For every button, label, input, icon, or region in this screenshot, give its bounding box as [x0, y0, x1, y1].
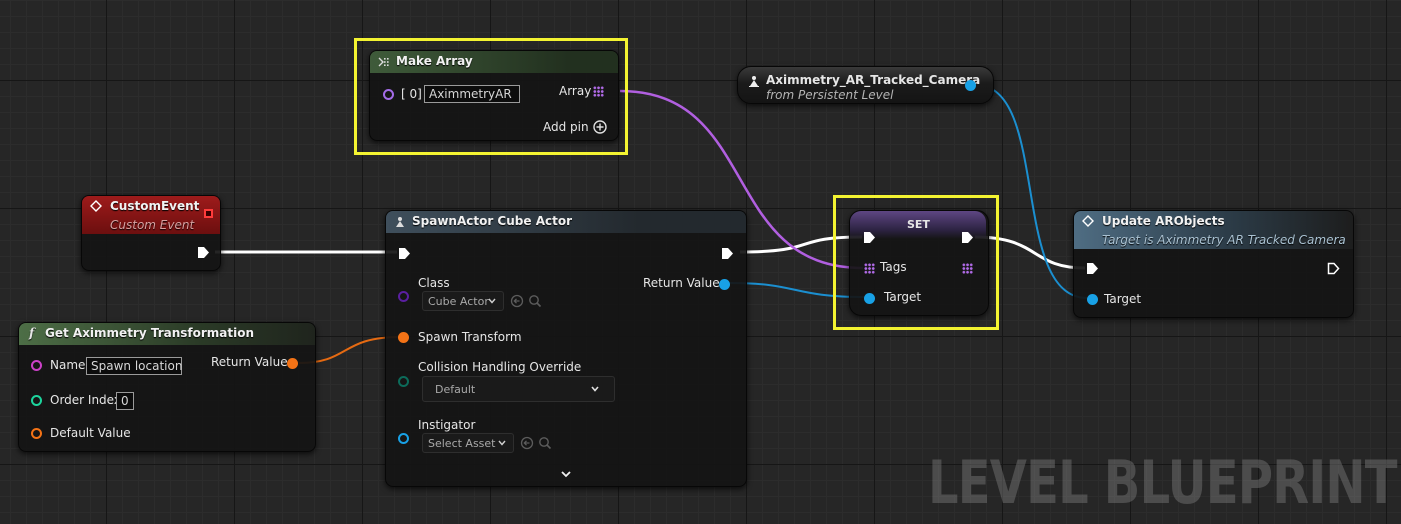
- set-exec-in[interactable]: [863, 231, 876, 244]
- camera-reference-output-pin[interactable]: [965, 80, 976, 91]
- collision-dropdown-value: Default: [435, 383, 476, 396]
- spawn-actor-title: SpawnActor Cube Actor: [412, 214, 572, 228]
- actor-reference-icon: [749, 76, 759, 87]
- delegate-pin[interactable]: [204, 209, 213, 218]
- event-icon: [90, 200, 102, 212]
- spawn-actor-icon: [396, 217, 404, 227]
- instigator-dropdown[interactable]: Select Asset: [422, 433, 514, 453]
- collision-dropdown[interactable]: Default: [422, 376, 615, 402]
- get-transformation-title: Get Aximmetry Transformation: [45, 326, 255, 340]
- custom-event-subtitle: Custom Event: [110, 218, 195, 232]
- update-exec-in[interactable]: [1086, 262, 1099, 275]
- order-index-label: Order Index: [50, 393, 121, 407]
- collision-pin[interactable]: [398, 376, 409, 387]
- add-pin-icon[interactable]: [593, 120, 607, 134]
- get-transformation-node[interactable]: f Get Aximmetry Transformation Name Spaw…: [18, 322, 316, 452]
- target-wire-return-to-set: [729, 282, 867, 298]
- browse-search-icon[interactable]: [528, 294, 542, 308]
- make-array-node[interactable]: Make Array [ 0] AximmetryAR Array Add pi…: [369, 50, 619, 141]
- chevron-down-icon: [488, 298, 496, 304]
- camera-reference-subtitle: from Persistent Level: [766, 88, 894, 102]
- name-label: Name: [50, 358, 86, 372]
- update-target-label: Target: [1104, 292, 1142, 306]
- instigator-pin[interactable]: [398, 433, 409, 444]
- array-output-label: Array: [559, 84, 592, 98]
- array-element-0-pin[interactable]: [383, 89, 394, 100]
- camera-reference-title: Aximmetry_AR_Tracked_Camera: [766, 73, 981, 87]
- spawn-transform-pin[interactable]: [398, 332, 409, 343]
- array-output-pin[interactable]: [593, 86, 604, 97]
- camera-reference-node[interactable]: Aximmetry_AR_Tracked_Camera from Persist…: [737, 66, 994, 104]
- chevron-down-icon: [591, 386, 599, 392]
- class-dropdown[interactable]: Cube Actor: [422, 291, 504, 311]
- tags-label: Tags: [880, 260, 907, 274]
- update-arobjects-node[interactable]: Update ARObjects Target is Aximmetry AR …: [1073, 210, 1354, 318]
- class-dropdown-value: Cube Actor: [428, 295, 489, 308]
- update-exec-out[interactable]: [1327, 262, 1340, 275]
- set-node[interactable]: SET Tags Target: [849, 210, 989, 316]
- set-target-pin[interactable]: [864, 293, 875, 304]
- function-call-icon: [1082, 215, 1094, 227]
- default-value-label: Default Value: [50, 426, 131, 440]
- order-index-pin[interactable]: [31, 395, 42, 406]
- instigator-label: Instigator: [418, 418, 476, 432]
- get-return-value-label: Return Value: [211, 355, 288, 369]
- set-exec-out[interactable]: [961, 231, 974, 244]
- spawn-actor-node[interactable]: SpawnActor Cube Actor Class Cube Actor R…: [385, 210, 747, 487]
- update-arobjects-title: Update ARObjects: [1102, 214, 1225, 228]
- target-wire-camera-to-update: [975, 84, 1088, 299]
- make-array-title: Make Array: [396, 54, 473, 68]
- collision-label: Collision Handling Override: [418, 360, 582, 374]
- update-target-pin[interactable]: [1087, 294, 1098, 305]
- function-icon: f: [29, 326, 35, 340]
- set-title: SET: [907, 218, 930, 231]
- name-input[interactable]: Spawn location: [86, 357, 182, 375]
- array-element-0-label: [ 0]: [401, 87, 422, 101]
- custom-event-node[interactable]: CustomEvent Custom Event: [81, 195, 221, 271]
- make-array-icon: [378, 57, 389, 67]
- exec-wire-spawn-to-set: [739, 235, 863, 254]
- spawn-transform-label: Spawn Transform: [418, 330, 522, 344]
- name-input-pin[interactable]: [31, 360, 42, 371]
- spawn-actor-exec-in[interactable]: [398, 247, 411, 260]
- exec-wire-set-to-update: [974, 235, 1086, 270]
- get-return-value-pin[interactable]: [287, 358, 298, 369]
- return-value-label: Return Value: [643, 276, 720, 290]
- browse-search-icon[interactable]: [538, 436, 552, 450]
- custom-event-exec-out[interactable]: [197, 246, 210, 259]
- update-arobjects-subtitle: Target is Aximmetry AR Tracked Camera: [1102, 233, 1346, 247]
- tags-input-pin[interactable]: [864, 263, 875, 274]
- class-label: Class: [418, 276, 450, 290]
- add-pin-label: Add pin: [543, 120, 589, 134]
- tags-output-pin[interactable]: [962, 263, 973, 274]
- instigator-dropdown-value: Select Asset: [428, 437, 496, 450]
- spawn-actor-exec-out[interactable]: [721, 247, 734, 260]
- default-value-pin[interactable]: [31, 428, 42, 439]
- order-index-input[interactable]: 0: [116, 392, 134, 410]
- use-selected-icon[interactable]: [520, 436, 534, 450]
- array-element-0-input[interactable]: AximmetryAR: [424, 85, 520, 103]
- class-pin[interactable]: [398, 291, 409, 302]
- level-blueprint-watermark: LEVEL BLUEPRINT: [928, 448, 1398, 518]
- spawn-return-value-pin[interactable]: [719, 279, 730, 290]
- custom-event-title: CustomEvent: [110, 199, 200, 213]
- set-target-label: Target: [884, 290, 922, 304]
- use-selected-icon[interactable]: [510, 294, 524, 308]
- expand-advanced-chevron-icon[interactable]: [560, 468, 572, 480]
- chevron-down-icon: [498, 440, 506, 446]
